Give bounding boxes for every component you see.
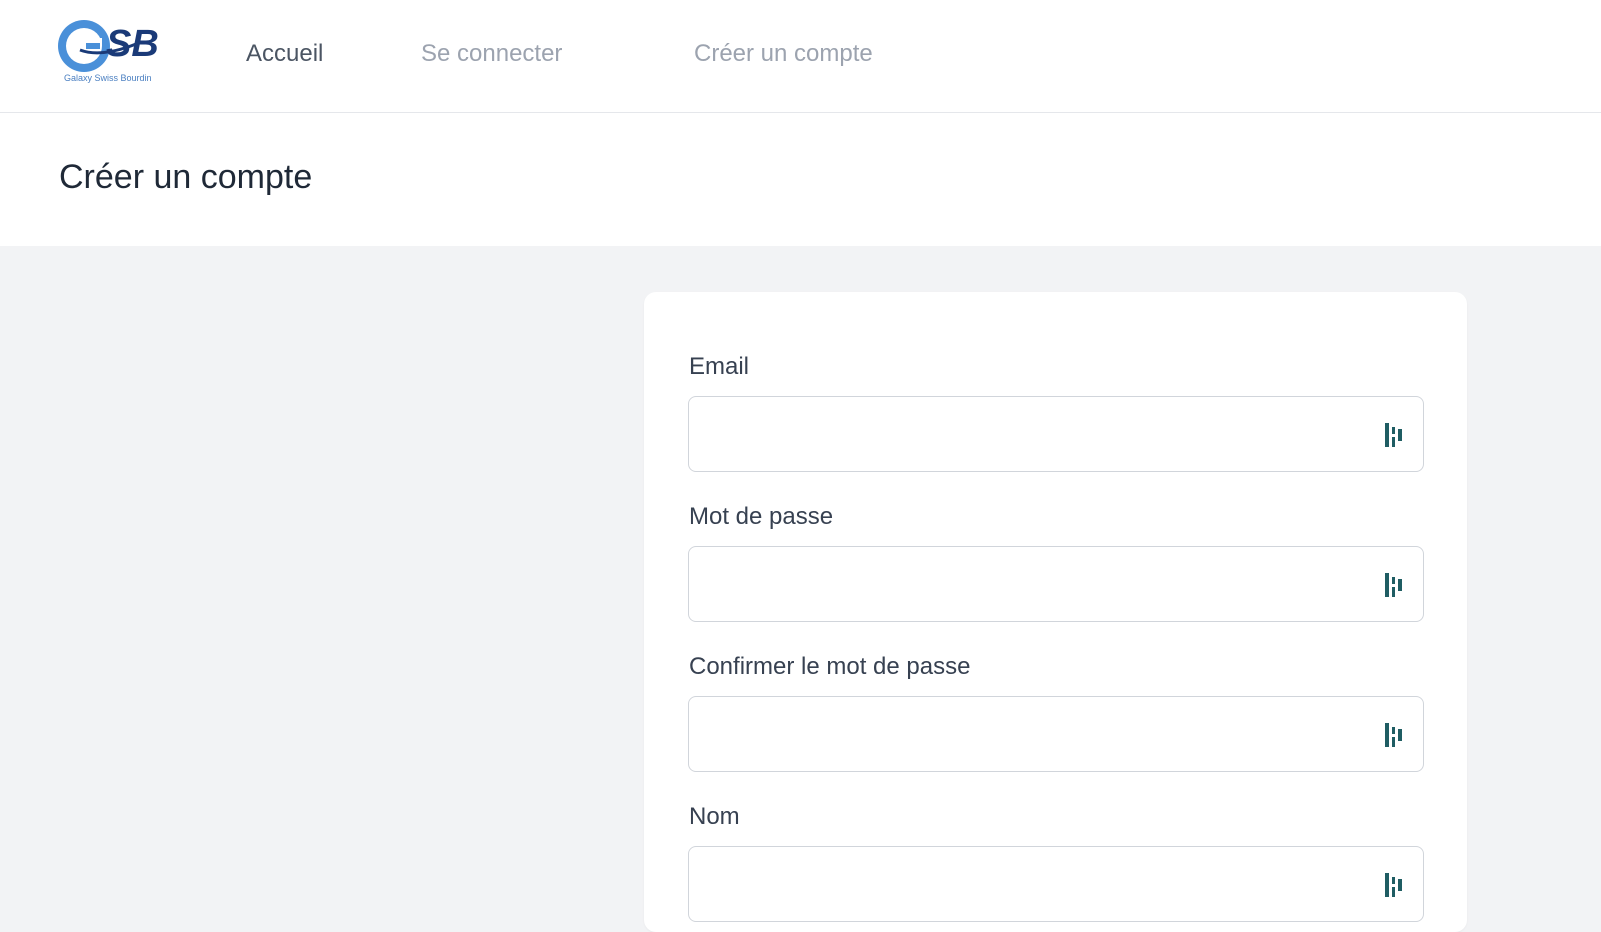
password-manager-icon[interactable] (1383, 721, 1405, 749)
nav-link-register[interactable]: Créer un compte (694, 40, 873, 68)
password-manager-icon[interactable] (1383, 871, 1405, 899)
last-name-field[interactable] (688, 846, 1424, 922)
last-name-input[interactable] (689, 847, 1423, 921)
nav-link-home[interactable]: Accueil (246, 40, 323, 68)
password-label: Mot de passe (689, 503, 834, 530)
svg-text:SB: SB (106, 23, 159, 65)
email-label: Email (689, 353, 750, 380)
page-title: Créer un compte (59, 158, 313, 196)
nav-link-login[interactable]: Se connecter (421, 40, 562, 68)
email-input[interactable] (689, 397, 1423, 471)
last-name-label: Nom (689, 803, 740, 830)
top-navigation-bar: SB Galaxy Swiss Bourdin Accueil Se conne… (0, 0, 1601, 113)
password-manager-icon[interactable] (1383, 571, 1405, 599)
register-form-card: Email Mot de passe Confirmer le mot de p… (644, 292, 1467, 932)
logo-caption: Galaxy Swiss Bourdin (64, 73, 152, 83)
gsb-logo-mark: SB (58, 20, 159, 72)
email-field[interactable] (688, 396, 1424, 472)
password-manager-icon[interactable] (1383, 421, 1405, 449)
password-input[interactable] (689, 547, 1423, 621)
page-header: Créer un compte (0, 113, 1601, 246)
confirm-password-label: Confirmer le mot de passe (689, 653, 971, 680)
gsb-logo[interactable]: SB Galaxy Swiss Bourdin (56, 16, 168, 88)
confirm-password-field[interactable] (688, 696, 1424, 772)
confirm-password-input[interactable] (689, 697, 1423, 771)
password-field[interactable] (688, 546, 1424, 622)
